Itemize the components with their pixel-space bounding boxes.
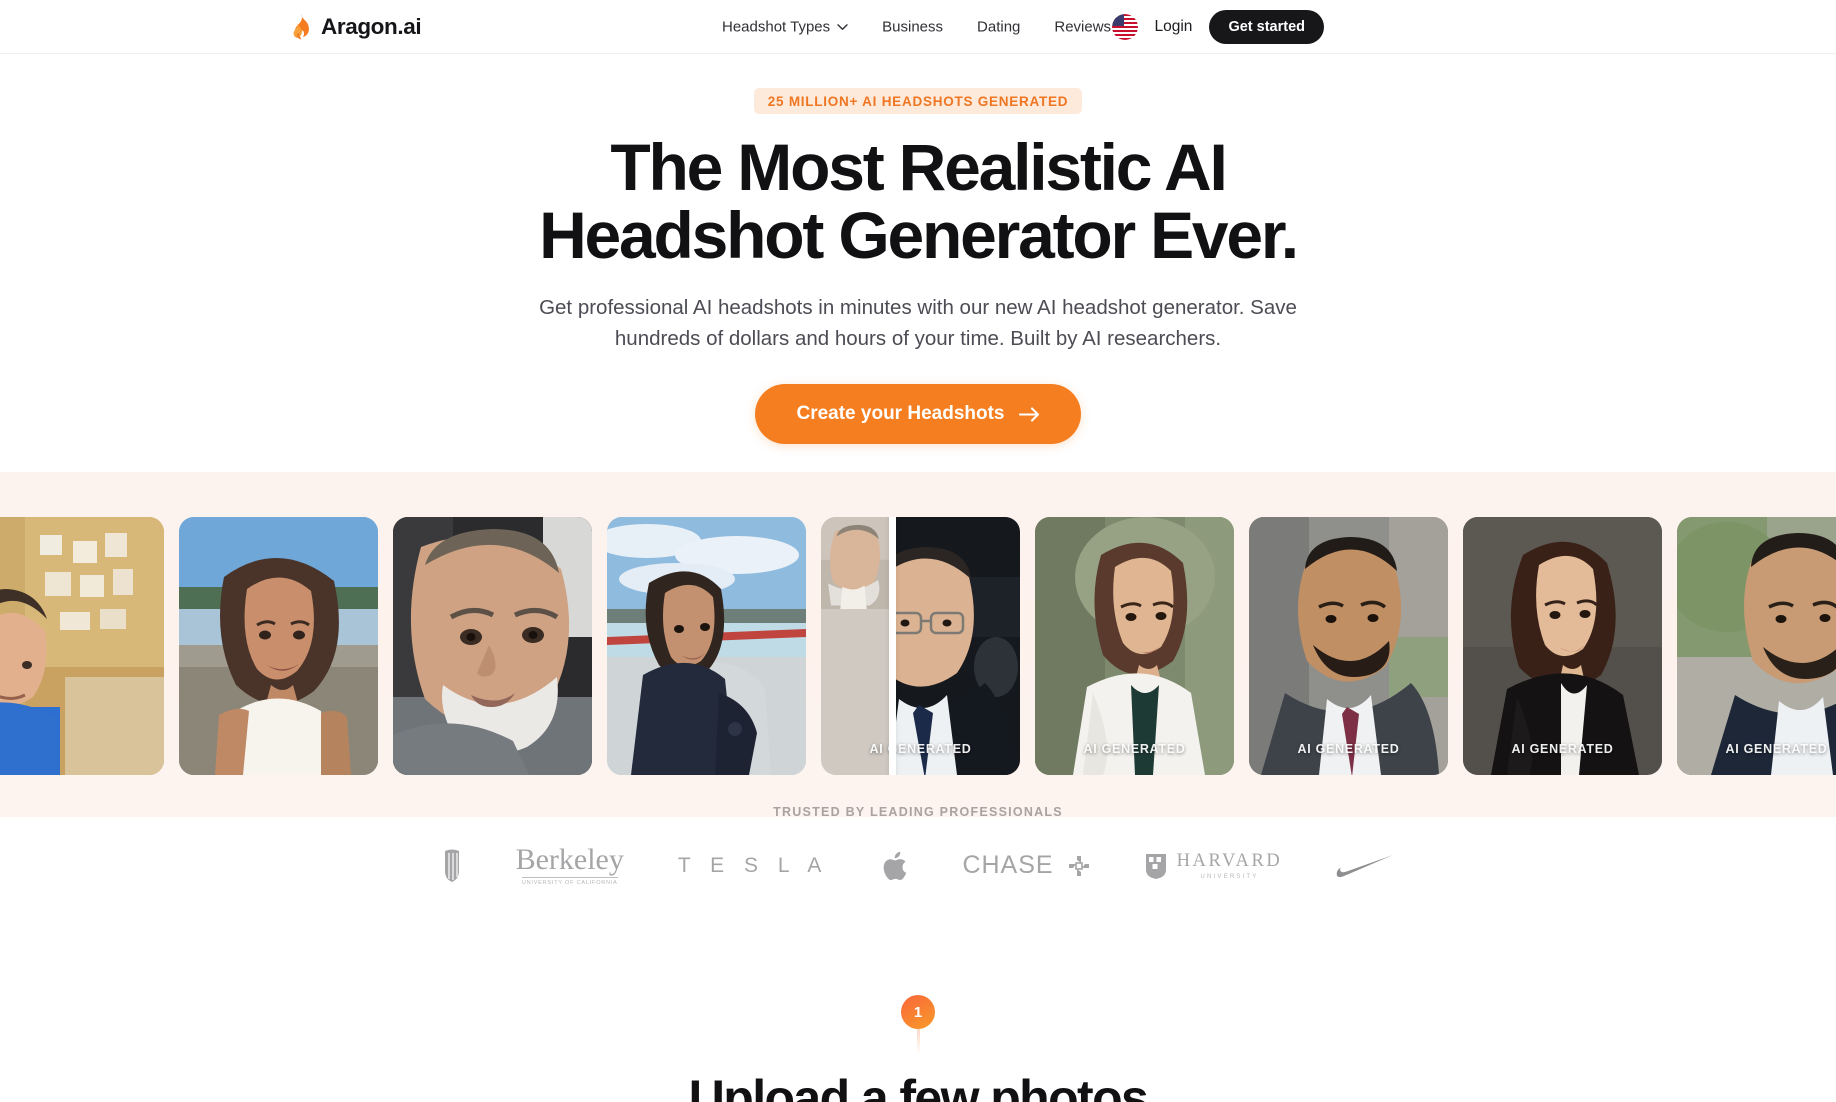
compare-after-half bbox=[892, 517, 1020, 775]
step-one-section: 1 Upload a few photos bbox=[0, 995, 1836, 1102]
photo-after-man-navy-suit[interactable]: AI GENERATED bbox=[1677, 517, 1836, 775]
photo-before-woman-navy-coat[interactable] bbox=[607, 517, 806, 775]
nav-item-label: Reviews bbox=[1054, 18, 1112, 35]
main-nav: Headshot Types Business Dating Reviews bbox=[722, 18, 1111, 35]
chevron-down-icon bbox=[837, 23, 848, 30]
harvard-logo: HARVARD UNIVERSITY bbox=[1144, 851, 1283, 880]
brand-logos-row: Berkeley UNIVERSITY OF CALIFORNIA T E S … bbox=[0, 845, 1836, 886]
stats-badge: 25 MILLION+ AI HEADSHOTS GENERATED bbox=[753, 88, 1083, 114]
us-flag-icon[interactable] bbox=[1111, 13, 1138, 40]
cta-wrap: Create your Headshots bbox=[0, 384, 1836, 445]
nav-item-business[interactable]: Business bbox=[882, 18, 943, 35]
ai-generated-label: AI GENERATED bbox=[1083, 742, 1186, 756]
berkeley-logo-text: Berkeley bbox=[515, 843, 624, 876]
nike-logo bbox=[1336, 854, 1394, 878]
step-stem bbox=[916, 1029, 920, 1055]
photo-after-woman-white-blazer[interactable]: AI GENERATED bbox=[1035, 517, 1234, 775]
arrow-right-icon bbox=[1018, 407, 1040, 422]
logo-text: Aragon.ai bbox=[321, 13, 422, 39]
login-link[interactable]: Login bbox=[1155, 18, 1193, 36]
chase-logo-text: CHASE bbox=[962, 851, 1054, 879]
harvard-logo-text: HARVARD bbox=[1176, 851, 1283, 871]
photo-after-man-grey-suit[interactable]: AI GENERATED bbox=[1249, 517, 1448, 775]
step-title: Upload a few photos bbox=[688, 1070, 1149, 1102]
headline-line-1: The Most Realistic AI bbox=[610, 130, 1227, 204]
ai-generated-label: AI GENERATED bbox=[1297, 742, 1400, 756]
headshot-gallery-carousel[interactable]: AI GENERATED AI GENERATED AI GENERATED A… bbox=[0, 517, 1836, 775]
landing-page: Aragon.ai Headshot Types Business Dating… bbox=[0, 0, 1836, 1102]
ai-generated-label: AI GENERATED bbox=[1511, 742, 1614, 756]
nav-item-headshot-types[interactable]: Headshot Types bbox=[722, 18, 848, 35]
headline-line-2: Headshot Generator Ever. bbox=[539, 197, 1299, 272]
apple-logo bbox=[882, 850, 908, 882]
ai-generated-label: AI GENERATED bbox=[1725, 742, 1828, 756]
photo-before-woman-white-tank[interactable] bbox=[179, 517, 378, 775]
header-actions: Login Get started bbox=[1111, 9, 1324, 44]
tesla-logo-text: T E S L A bbox=[677, 853, 829, 877]
hero-subheading: Get professional AI headshots in minutes… bbox=[539, 295, 1297, 351]
cta-label: Create your Headshots bbox=[796, 403, 1005, 425]
nav-item-reviews[interactable]: Reviews bbox=[1054, 18, 1111, 35]
trusted-by-section: TRUSTED BY LEADING PROFESSIONALS Berkele… bbox=[0, 805, 1836, 886]
eyebrow-wrap: 25 MILLION+ AI HEADSHOTS GENERATED bbox=[0, 88, 1836, 114]
nav-item-dating[interactable]: Dating bbox=[977, 18, 1020, 35]
photo-before-teen-blue-shirt[interactable] bbox=[0, 517, 164, 775]
harvard-logo-subtext: UNIVERSITY bbox=[1200, 874, 1259, 880]
site-header: Aragon.ai Headshot Types Business Dating… bbox=[0, 0, 1836, 54]
photo-before-older-man-selfie[interactable] bbox=[393, 517, 592, 775]
create-headshots-button[interactable]: Create your Headshots bbox=[755, 384, 1081, 445]
compare-before-half bbox=[821, 517, 892, 775]
photo-after-woman-black-suit[interactable]: AI GENERATED bbox=[1463, 517, 1662, 775]
flame-icon bbox=[290, 13, 312, 40]
step-number-badge: 1 bbox=[901, 995, 935, 1029]
ai-generated-label: AI GENERATED bbox=[869, 742, 972, 756]
hero-section: 25 MILLION+ AI HEADSHOTS GENERATED The M… bbox=[0, 54, 1836, 445]
page-title: The Most Realistic AI Headshot Generator… bbox=[0, 133, 1836, 272]
nav-item-label: Business bbox=[882, 18, 944, 35]
logo[interactable]: Aragon.ai bbox=[290, 13, 422, 40]
chase-logo: CHASE bbox=[962, 851, 1089, 880]
tesla-logo: T E S L A bbox=[678, 854, 829, 878]
berkeley-logo: Berkeley UNIVERSITY OF CALIFORNIA bbox=[515, 843, 624, 887]
nav-item-label: Headshot Types bbox=[722, 18, 831, 35]
photo-compare-man-glasses-suit[interactable]: AI GENERATED bbox=[821, 517, 1020, 775]
columbia-logo bbox=[442, 849, 462, 883]
nav-item-label: Dating bbox=[977, 18, 1021, 35]
trusted-by-label: TRUSTED BY LEADING PROFESSIONALS bbox=[773, 805, 1063, 819]
get-started-button[interactable]: Get started bbox=[1209, 9, 1324, 44]
before-after-slider-handle[interactable] bbox=[889, 517, 896, 775]
